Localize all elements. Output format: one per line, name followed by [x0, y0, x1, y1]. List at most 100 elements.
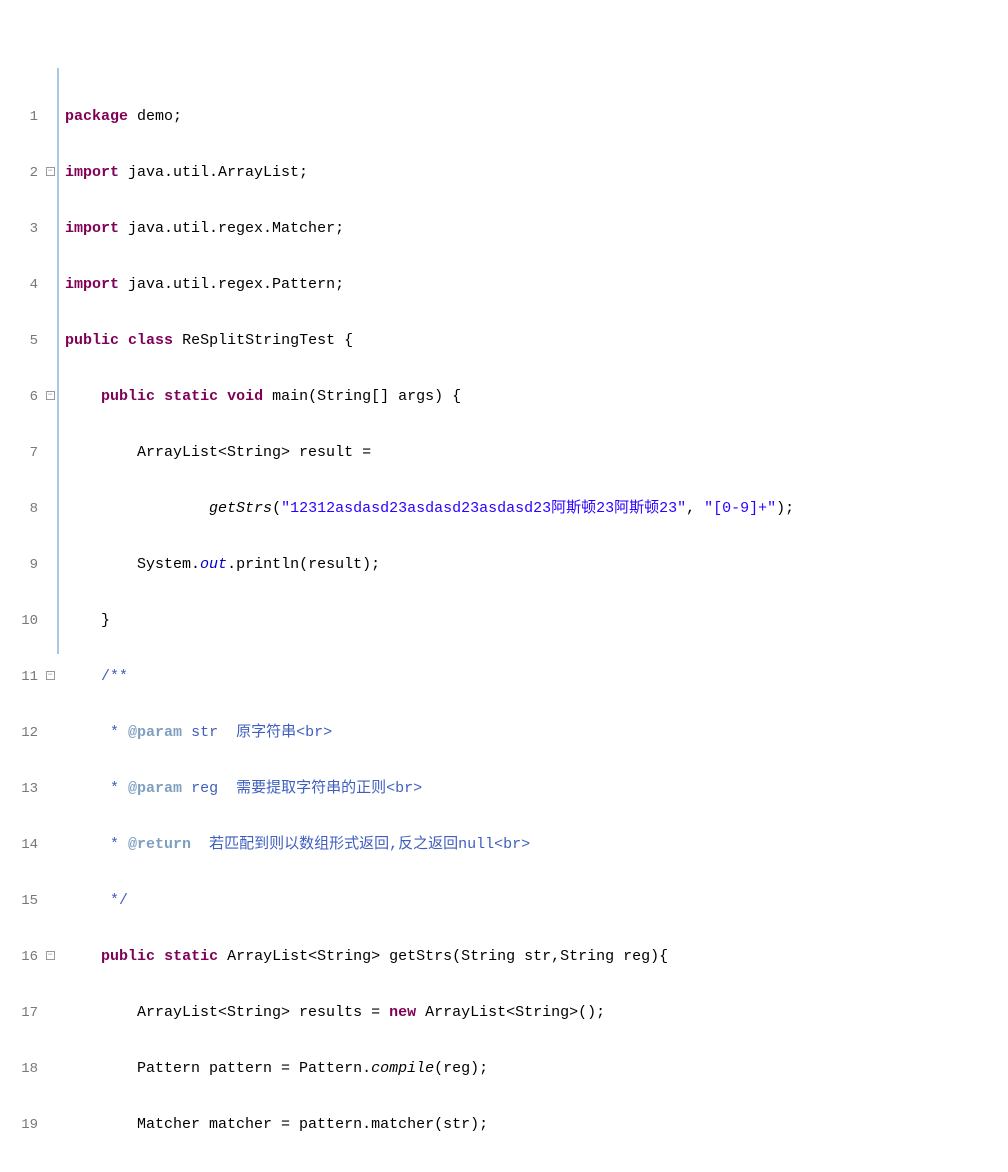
indent [65, 724, 110, 741]
fold-toggle[interactable]: − [43, 386, 57, 408]
fold-cell [43, 1002, 57, 1024]
keyword: static [164, 948, 218, 965]
code-text: java.util.ArrayList; [119, 164, 308, 181]
line-number[interactable]: 2 [4, 162, 40, 184]
fold-minus-icon: − [46, 391, 55, 400]
keyword: import [65, 164, 119, 181]
fold-cell [43, 890, 57, 912]
code-line[interactable]: */ [65, 890, 1008, 912]
indent [65, 1116, 137, 1133]
javadoc-html: <br> [386, 780, 422, 797]
fold-cell [43, 498, 57, 520]
line-number-gutter: 1 2 3 4 5 6 7 8 9 10 11 12 13 14 15 16 1… [0, 68, 43, 654]
javadoc-tag: @param [128, 780, 182, 797]
line-number[interactable]: 4 [4, 274, 40, 296]
code-text: ); [776, 500, 794, 517]
indent [65, 892, 110, 909]
code-line[interactable]: ArrayList<String> results = new ArrayLis… [65, 1002, 1008, 1024]
line-number[interactable]: 20 [4, 1170, 40, 1172]
code-text: java.util.regex.Matcher; [119, 220, 344, 237]
code-line[interactable]: package demo; [65, 106, 1008, 128]
string-literal: "12312asdasd23asdasd23asdasd23阿斯顿23阿斯顿23… [281, 500, 686, 517]
code-area[interactable]: package demo; import java.util.ArrayList… [57, 68, 1008, 654]
line-number[interactable]: 12 [4, 722, 40, 744]
line-number[interactable]: 18 [4, 1058, 40, 1080]
code-text: ArrayList<String> getStrs(String str,Str… [218, 948, 668, 965]
code-line[interactable]: * @param str 原字符串<br> [65, 722, 1008, 744]
code-text [155, 388, 164, 405]
code-line[interactable]: public static void main(String[] args) { [65, 386, 1008, 408]
keyword: public [101, 948, 155, 965]
static-field: out [200, 556, 227, 573]
code-text: , [686, 500, 704, 517]
code-text: .println(result); [227, 556, 380, 573]
code-line[interactable]: while(matcher.find()){ [65, 1170, 1008, 1172]
javadoc-comment: * [110, 780, 128, 797]
code-line[interactable]: System.out.println(result); [65, 554, 1008, 576]
code-line[interactable]: } [65, 610, 1008, 632]
line-number[interactable]: 10 [4, 610, 40, 632]
code-text [155, 948, 164, 965]
line-number[interactable]: 9 [4, 554, 40, 576]
javadoc-html: <br> [296, 724, 332, 741]
line-number[interactable]: 7 [4, 442, 40, 464]
code-text: ArrayList<String>(); [416, 1004, 605, 1021]
javadoc-comment: * [110, 836, 128, 853]
fold-cell [43, 1170, 57, 1172]
code-line[interactable]: import java.util.regex.Pattern; [65, 274, 1008, 296]
code-text: Matcher matcher = pattern.matcher(str); [137, 1116, 488, 1133]
fold-toggle[interactable]: − [43, 666, 57, 688]
code-line[interactable]: Pattern pattern = Pattern.compile(reg); [65, 1058, 1008, 1080]
keyword: public [101, 388, 155, 405]
code-line[interactable]: public static ArrayList<String> getStrs(… [65, 946, 1008, 968]
line-number[interactable]: 1 [4, 106, 40, 128]
code-text: (reg); [434, 1060, 488, 1077]
indent [65, 1060, 137, 1077]
code-line[interactable]: /** [65, 666, 1008, 688]
code-line[interactable]: * @param reg 需要提取字符串的正则<br> [65, 778, 1008, 800]
code-line[interactable]: Matcher matcher = pattern.matcher(str); [65, 1114, 1008, 1136]
javadoc-comment: * [110, 724, 128, 741]
code-text: System. [137, 556, 200, 573]
code-text: demo; [128, 108, 182, 125]
method-call: getStrs [209, 500, 272, 517]
static-method: compile [371, 1060, 434, 1077]
indent [65, 668, 101, 685]
fold-cell [43, 554, 57, 576]
code-line[interactable]: ArrayList<String> result = [65, 442, 1008, 464]
line-number[interactable]: 17 [4, 1002, 40, 1024]
keyword: void [227, 388, 263, 405]
string-literal: "[0-9]+" [704, 500, 776, 517]
fold-cell [43, 1058, 57, 1080]
line-number[interactable]: 5 [4, 330, 40, 352]
line-number[interactable]: 11 [4, 666, 40, 688]
code-line[interactable]: import java.util.regex.Matcher; [65, 218, 1008, 240]
keyword: class [128, 332, 173, 349]
indent [65, 444, 137, 461]
fold-minus-icon: − [46, 951, 55, 960]
indent [65, 388, 101, 405]
code-text [218, 388, 227, 405]
keyword: package [65, 108, 128, 125]
javadoc-comment: */ [110, 892, 128, 909]
line-number[interactable]: 6 [4, 386, 40, 408]
line-number[interactable]: 3 [4, 218, 40, 240]
line-number[interactable]: 15 [4, 890, 40, 912]
fold-toggle[interactable]: − [43, 162, 57, 184]
line-number[interactable]: 14 [4, 834, 40, 856]
code-line[interactable]: import java.util.ArrayList; [65, 162, 1008, 184]
code-text: java.util.regex.Pattern; [119, 276, 344, 293]
fold-toggle[interactable]: − [43, 946, 57, 968]
line-number[interactable]: 16 [4, 946, 40, 968]
line-number[interactable]: 8 [4, 498, 40, 520]
code-line[interactable]: getStrs("12312asdasd23asdasd23asdasd23阿斯… [65, 498, 1008, 520]
line-number[interactable]: 19 [4, 1114, 40, 1136]
indent [65, 556, 137, 573]
fold-cell [43, 442, 57, 464]
line-number[interactable]: 13 [4, 778, 40, 800]
code-line[interactable]: * @return 若匹配到则以数组形式返回,反之返回null<br> [65, 834, 1008, 856]
code-text [119, 332, 128, 349]
code-line[interactable]: public class ReSplitStringTest { [65, 330, 1008, 352]
code-text: } [101, 612, 110, 629]
javadoc-tag: @return [128, 836, 191, 853]
